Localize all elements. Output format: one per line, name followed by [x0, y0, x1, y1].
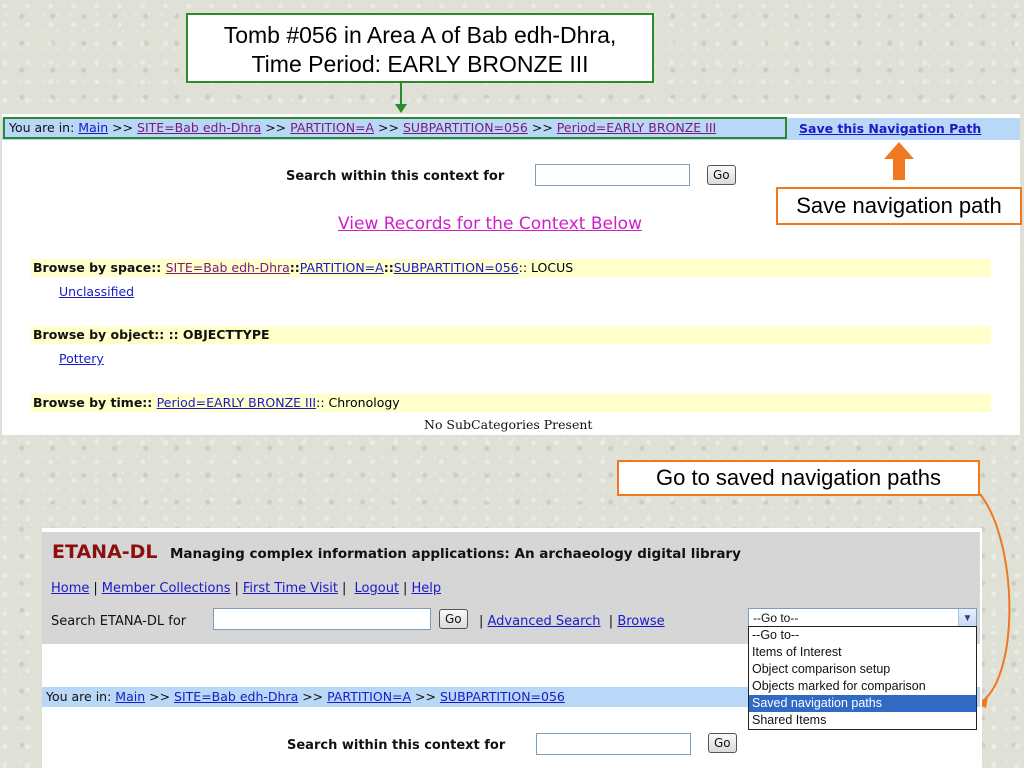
nav-separator: | — [234, 581, 239, 596]
breadcrumb-sep: >> — [145, 689, 175, 704]
context-search-input[interactable] — [536, 733, 691, 755]
up-arrow-stem — [893, 158, 905, 180]
browse-by-space-row: Browse by space:: SITE=Bab edh-Dhra::PAR… — [31, 259, 991, 277]
nav-separator: | — [403, 581, 408, 596]
pottery-link[interactable]: Pottery — [59, 351, 104, 366]
breadcrumb-partition[interactable]: PARTITION=A — [290, 120, 374, 135]
no-subcategories-text: No SubCategories Present — [424, 417, 593, 432]
dropdown-option-selected[interactable]: Saved navigation paths — [749, 695, 976, 712]
context-go-button[interactable]: Go — [707, 165, 736, 185]
breadcrumb-subpartition[interactable]: SUBPARTITION=056 — [440, 689, 565, 704]
nav-logout[interactable]: Logout — [355, 581, 400, 596]
browse-object-label: Browse by object:: :: OBJECTTYPE — [33, 327, 270, 342]
breadcrumb-period[interactable]: Period=EARLY BRONZE III — [557, 120, 716, 135]
callout-arrow-line — [400, 83, 402, 105]
brand-title: ETANA-DL — [52, 541, 158, 563]
tomb-context-callout: Tomb #056 in Area A of Bab edh-Dhra, Tim… — [186, 13, 654, 83]
breadcrumb-sep: >> — [261, 120, 291, 135]
down-arrow-icon — [395, 104, 407, 113]
browse-space-subpartition-link[interactable]: SUBPARTITION=056 — [394, 260, 519, 275]
top-nav: Home | Member Collections | First Time Visit… — [51, 581, 441, 596]
breadcrumb-site[interactable]: SITE=Bab edh-Dhra — [137, 120, 261, 135]
nav-member-collections[interactable]: Member Collections — [102, 581, 231, 596]
breadcrumb-sep: >> — [527, 120, 557, 135]
unclassified-link[interactable]: Unclassified — [59, 284, 134, 299]
upper-browse-panel: You are in: Main >> SITE=Bab edh-Dhra >>… — [2, 114, 1020, 435]
context-search-label: Search within this context for — [287, 738, 506, 753]
nav-home[interactable]: Home — [51, 581, 89, 596]
browse-time-label: Browse by time:: — [33, 395, 157, 410]
nav-separator: | — [342, 581, 347, 596]
breadcrumb-sep: >> — [298, 689, 328, 704]
breadcrumb-main[interactable]: Main — [78, 120, 108, 135]
nav-help[interactable]: Help — [411, 581, 441, 596]
breadcrumb: You are in: Main >> SITE=Bab edh-Dhra >>… — [3, 117, 787, 139]
dropdown-option[interactable]: --Go to-- — [749, 627, 976, 644]
context-search-input[interactable] — [535, 164, 690, 186]
breadcrumb-sep: >> — [108, 120, 138, 135]
browse-space-site-link[interactable]: SITE=Bab edh-Dhra — [166, 260, 290, 275]
save-navigation-path-link[interactable]: Save this Navigation Path — [799, 121, 981, 136]
breadcrumb-prefix: You are in: — [9, 120, 79, 135]
view-records-link[interactable]: View Records for the Context Below — [338, 214, 642, 234]
goto-select-value: --Go to-- — [753, 611, 799, 625]
breadcrumb-main[interactable]: Main — [115, 689, 145, 704]
goto-saved-paths-callout: Go to saved navigation paths — [617, 460, 980, 496]
nav-separator: | — [600, 614, 618, 629]
context-search-label: Search within this context for — [286, 169, 505, 184]
search-options: | Advanced Search | Browse — [479, 614, 665, 629]
breadcrumb-sep: >> — [374, 120, 403, 135]
brand-tagline: Managing complex information application… — [170, 546, 741, 562]
browse-space-partition-link[interactable]: PARTITION=A — [300, 260, 384, 275]
etana-go-button[interactable]: Go — [439, 609, 468, 629]
nav-separator: | — [479, 614, 488, 629]
browse-space-label: Browse by space:: — [33, 260, 166, 275]
browse-by-object-row: Browse by object:: :: OBJECTTYPE — [31, 326, 991, 344]
browse-time-tail: :: Chronology — [316, 395, 400, 410]
nav-separator: | — [93, 581, 98, 596]
dropdown-option[interactable]: Objects marked for comparison — [749, 678, 976, 695]
dropdown-option[interactable]: Items of Interest — [749, 644, 976, 661]
breadcrumb-partition[interactable]: PARTITION=A — [327, 689, 411, 704]
browse-by-time-row: Browse by time:: Period=EARLY BRONZE III… — [31, 394, 991, 412]
context-go-button[interactable]: Go — [708, 733, 737, 753]
dropdown-option[interactable]: Object comparison setup — [749, 661, 976, 678]
browse-space-tail: :: LOCUS — [518, 260, 574, 275]
etana-search-input[interactable] — [213, 608, 431, 630]
nav-first-time-visit[interactable]: First Time Visit — [243, 581, 338, 596]
browse-link[interactable]: Browse — [617, 614, 664, 629]
lower-etana-panel: ETANA-DL Managing complex information ap… — [42, 528, 982, 768]
advanced-search-link[interactable]: Advanced Search — [488, 614, 601, 629]
callout-line-2: Time Period: EARLY BRONZE III — [251, 51, 589, 77]
breadcrumb-prefix: You are in: — [46, 689, 116, 704]
up-arrow-icon — [884, 142, 914, 159]
breadcrumb-site[interactable]: SITE=Bab edh-Dhra — [174, 689, 298, 704]
breadcrumb-sep: >> — [411, 689, 440, 704]
goto-dropdown-list: --Go to-- Items of Interest Object compa… — [748, 626, 977, 730]
etana-search-label: Search ETANA-DL for — [51, 614, 187, 629]
browse-time-period-link[interactable]: Period=EARLY BRONZE III — [157, 395, 316, 410]
breadcrumb-subpartition[interactable]: SUBPARTITION=056 — [403, 120, 528, 135]
dropdown-option[interactable]: Shared Items — [749, 712, 976, 729]
save-navigation-path-callout: Save navigation path — [776, 187, 1022, 225]
callout-line-1: Tomb #056 in Area A of Bab edh-Dhra, — [223, 22, 617, 48]
